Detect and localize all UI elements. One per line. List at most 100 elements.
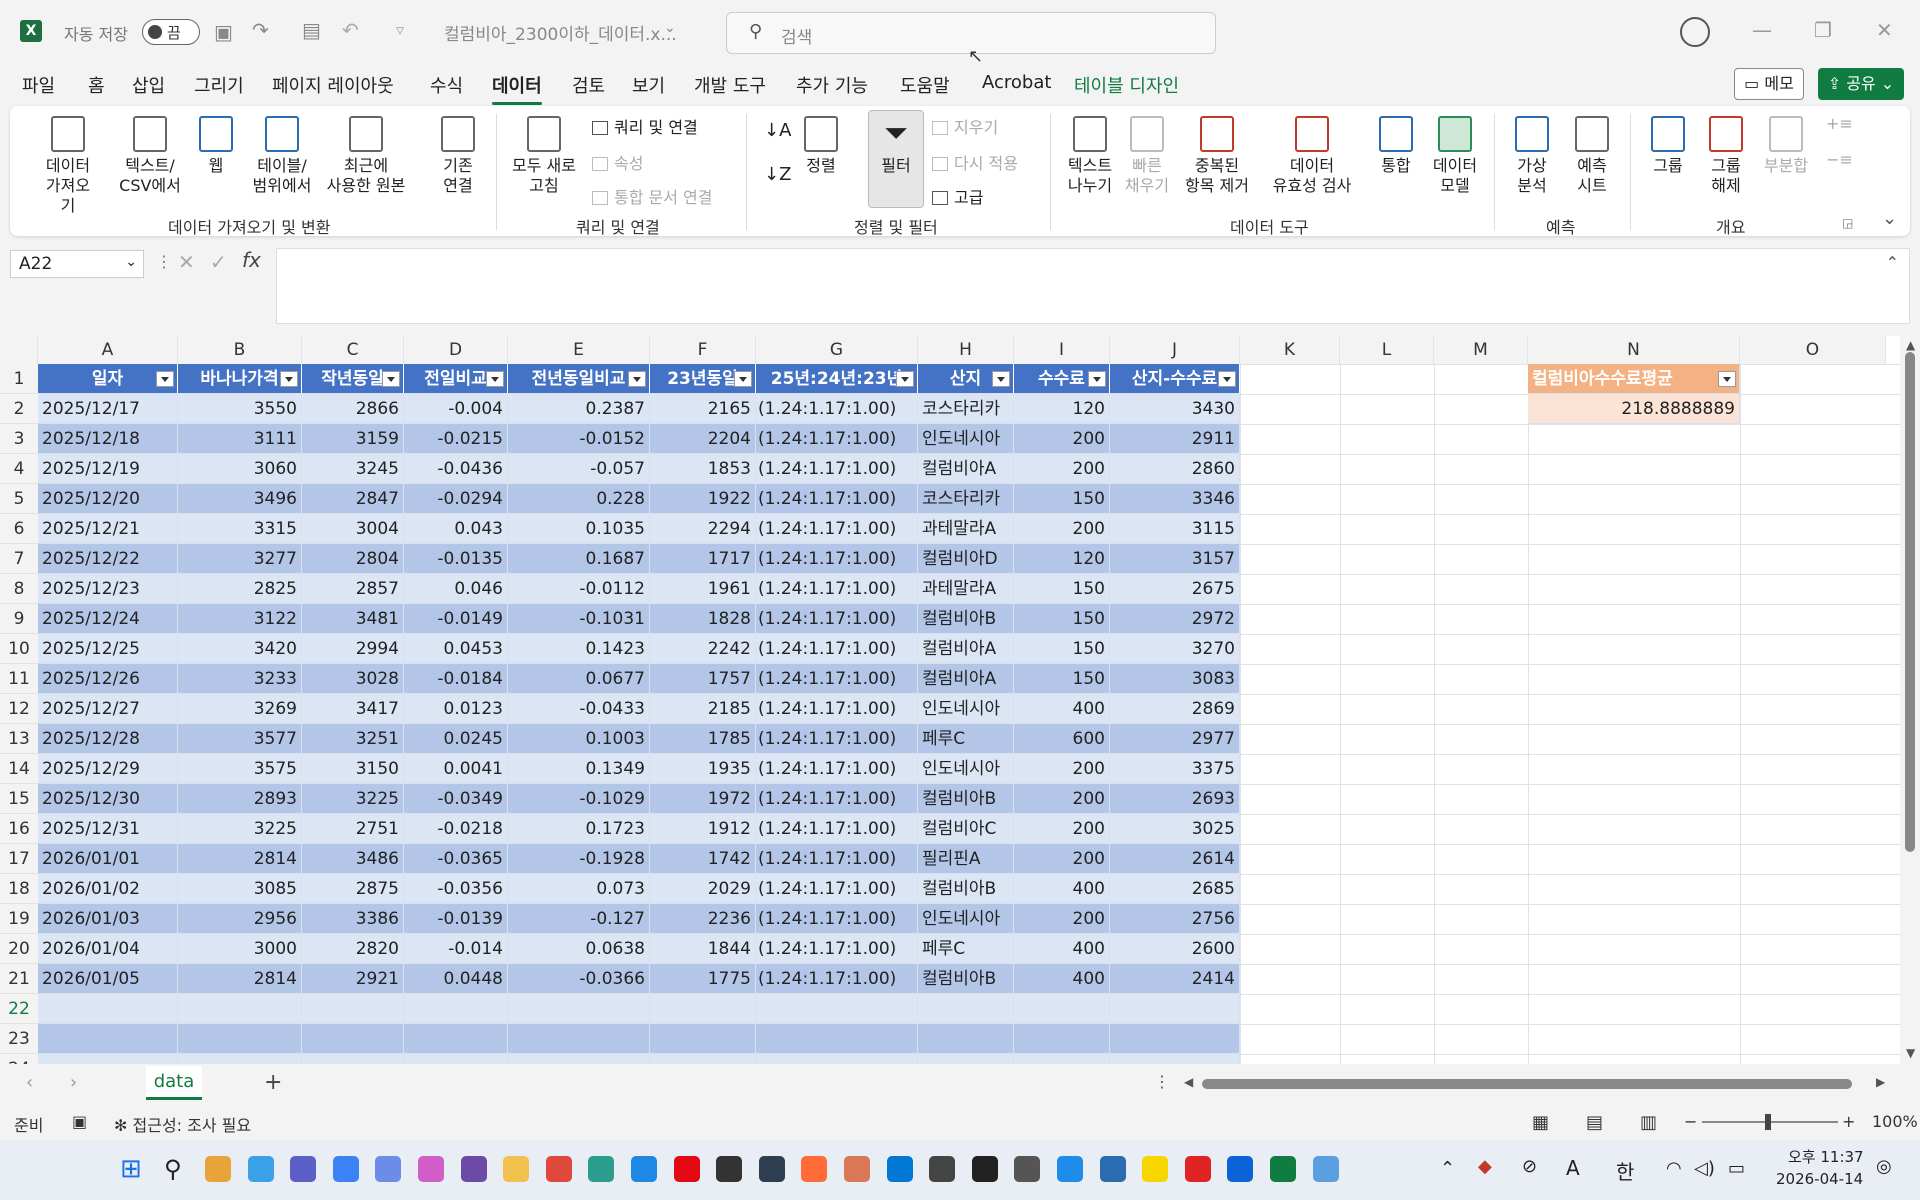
table-cell[interactable]: 120: [1014, 394, 1110, 424]
table-cell[interactable]: 400: [1014, 934, 1110, 964]
table-header-cell[interactable]: 산지: [918, 364, 1014, 394]
table-cell[interactable]: 2866: [302, 394, 404, 424]
table-cell[interactable]: 1828: [650, 604, 756, 634]
menu-addins[interactable]: 추가 기능: [796, 72, 868, 98]
table-cell[interactable]: 컬럼비아A: [918, 634, 1014, 664]
zoom-in-icon[interactable]: +: [1842, 1112, 1855, 1131]
table-cell[interactable]: [918, 994, 1014, 1024]
table-cell[interactable]: 인도네시아: [918, 694, 1014, 724]
subtotal-button[interactable]: 부분합: [1758, 116, 1814, 176]
table-cell[interactable]: 2685: [1110, 874, 1240, 904]
table-cell[interactable]: [1014, 1024, 1110, 1054]
side-table-value[interactable]: 218.8888889: [1528, 394, 1740, 424]
table-cell[interactable]: -0.0215: [404, 424, 508, 454]
table-cell[interactable]: 150: [1014, 664, 1110, 694]
table-cell[interactable]: 1757: [650, 664, 756, 694]
column-header-d[interactable]: D: [404, 336, 508, 364]
row-header[interactable]: 15: [0, 784, 38, 814]
table-cell[interactable]: (1.24:1.17:1.00): [756, 724, 918, 754]
filter-dropdown-icon[interactable]: [1088, 371, 1106, 387]
table-cell[interactable]: 2804: [302, 544, 404, 574]
table-cell[interactable]: [1110, 1024, 1240, 1054]
customize-qat-icon[interactable]: ▿: [396, 20, 404, 39]
table-cell[interactable]: 2756: [1110, 904, 1240, 934]
table-cell[interactable]: 2029: [650, 874, 756, 904]
table-cell[interactable]: -0.0139: [404, 904, 508, 934]
formula-input[interactable]: ⌃: [276, 248, 1910, 324]
table-cell[interactable]: 2026/01/05: [38, 964, 178, 994]
table-header-cell[interactable]: 25년:24년:23년: [756, 364, 918, 394]
table-cell[interactable]: -0.1031: [508, 604, 650, 634]
table-cell[interactable]: 컬럼비아B: [918, 604, 1014, 634]
tray-overflow-icon[interactable]: ⌃: [1440, 1158, 1455, 1179]
table-cell[interactable]: -0.014: [404, 934, 508, 964]
table-cell[interactable]: [650, 994, 756, 1024]
vscode-app-icon[interactable]: [886, 1156, 913, 1182]
properties-button[interactable]: 속성: [592, 150, 643, 174]
notion-app-icon[interactable]: [929, 1156, 956, 1182]
table-cell[interactable]: -0.0152: [508, 424, 650, 454]
table-cell[interactable]: [1014, 994, 1110, 1024]
clear-filter-button[interactable]: 지우기: [932, 114, 998, 138]
outline-dialog-launcher-icon[interactable]: ◲: [1842, 216, 1853, 230]
table-cell[interactable]: 2236: [650, 904, 756, 934]
table-cell[interactable]: -0.0184: [404, 664, 508, 694]
table-cell[interactable]: 600: [1014, 724, 1110, 754]
table-cell[interactable]: -0.127: [508, 904, 650, 934]
row-header[interactable]: 23: [0, 1024, 38, 1054]
table-cell[interactable]: (1.24:1.17:1.00): [756, 844, 918, 874]
ime-alpha-indicator[interactable]: A: [1566, 1156, 1580, 1180]
filter-dropdown-icon[interactable]: [486, 371, 504, 387]
get-data-button[interactable]: 데이터 가져오기: [40, 116, 96, 216]
page-break-view-icon[interactable]: ▥: [1640, 1112, 1657, 1133]
table-cell[interactable]: (1.24:1.17:1.00): [756, 784, 918, 814]
collapse-ribbon-icon[interactable]: ⌄: [1882, 208, 1897, 229]
row-header[interactable]: 1: [0, 364, 38, 394]
teams-app-icon[interactable]: [290, 1156, 317, 1182]
hide-detail-icon[interactable]: −≡: [1826, 150, 1853, 169]
table-cell[interactable]: 0.046: [404, 574, 508, 604]
table-cell[interactable]: [650, 1024, 756, 1054]
table-cell[interactable]: 3386: [302, 904, 404, 934]
table-cell[interactable]: (1.24:1.17:1.00): [756, 874, 918, 904]
battery-icon[interactable]: ▭: [1728, 1158, 1745, 1179]
menu-draw[interactable]: 그리기: [194, 72, 244, 98]
table-cell[interactable]: 2693: [1110, 784, 1240, 814]
table-cell[interactable]: [1110, 994, 1240, 1024]
table-cell[interactable]: -0.004: [404, 394, 508, 424]
table-cell[interactable]: 2025/12/29: [38, 754, 178, 784]
tab-split-handle-icon[interactable]: ⋮: [1154, 1072, 1170, 1091]
table-cell[interactable]: 2025/12/26: [38, 664, 178, 694]
table-cell[interactable]: 200: [1014, 514, 1110, 544]
table-cell[interactable]: (1.24:1.17:1.00): [756, 754, 918, 784]
menu-formulas[interactable]: 수식: [430, 72, 463, 98]
table-cell[interactable]: (1.24:1.17:1.00): [756, 814, 918, 844]
table-cell[interactable]: [38, 1024, 178, 1054]
table-cell[interactable]: -0.0135: [404, 544, 508, 574]
table-cell[interactable]: [1110, 1054, 1240, 1064]
table-cell[interactable]: 컬럼비아B: [918, 784, 1014, 814]
menu-view[interactable]: 보기: [632, 72, 665, 98]
netflix-app-icon[interactable]: [673, 1156, 700, 1182]
table-cell[interactable]: [302, 994, 404, 1024]
column-header-o[interactable]: O: [1740, 336, 1886, 364]
table-cell[interactable]: -0.0366: [508, 964, 650, 994]
ime-hangul-indicator[interactable]: 한: [1616, 1156, 1634, 1185]
filename-chevron-down-icon[interactable]: ⌄: [664, 20, 676, 36]
table-cell[interactable]: [178, 1024, 302, 1054]
table-cell[interactable]: 3233: [178, 664, 302, 694]
app-icon[interactable]: [588, 1156, 615, 1182]
table-cell[interactable]: 2026/01/04: [38, 934, 178, 964]
edit-links-button[interactable]: 통합 문서 연결: [592, 184, 713, 208]
row-header[interactable]: 10: [0, 634, 38, 664]
table-cell[interactable]: 2025/12/23: [38, 574, 178, 604]
table-cell[interactable]: 2025/12/18: [38, 424, 178, 454]
table-cell[interactable]: 2165: [650, 394, 756, 424]
filter-button[interactable]: ⏷ 필터: [868, 116, 924, 176]
table-cell[interactable]: 3157: [1110, 544, 1240, 574]
row-header[interactable]: 5: [0, 484, 38, 514]
table-cell[interactable]: 2025/12/30: [38, 784, 178, 814]
table-cell[interactable]: [508, 1054, 650, 1064]
table-cell[interactable]: -0.1928: [508, 844, 650, 874]
table-cell[interactable]: (1.24:1.17:1.00): [756, 514, 918, 544]
